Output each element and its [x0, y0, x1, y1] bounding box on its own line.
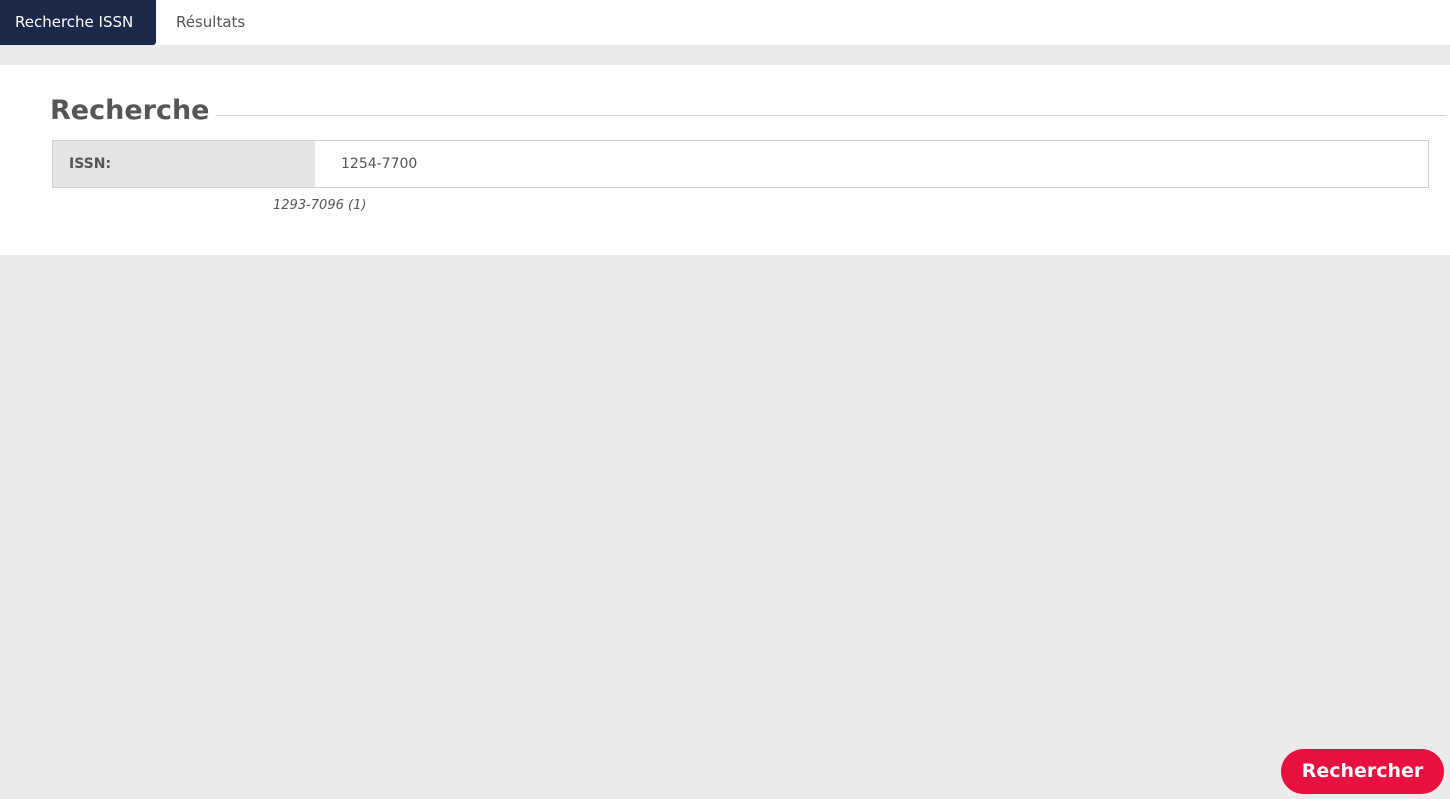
rechercher-button[interactable]: Rechercher	[1281, 749, 1444, 794]
tab-bar: Recherche ISSN Résultats	[0, 0, 1450, 45]
search-panel: Recherche ISSN: 1293-7096 (1)	[0, 65, 1450, 255]
issn-suggestion[interactable]: 1293-7096 (1)	[273, 198, 366, 213]
issn-input[interactable]	[315, 141, 1428, 187]
tab-recherche-issn[interactable]: Recherche ISSN	[0, 0, 156, 45]
issn-field-label: ISSN:	[53, 141, 315, 187]
section-title: Recherche	[50, 95, 210, 126]
tab-resultats-label: Résultats	[176, 13, 246, 31]
section-divider	[216, 115, 1446, 116]
issn-field-row: ISSN:	[52, 140, 1429, 188]
tab-resultats[interactable]: Résultats	[161, 0, 260, 45]
tab-recherche-issn-label: Recherche ISSN	[15, 13, 134, 31]
